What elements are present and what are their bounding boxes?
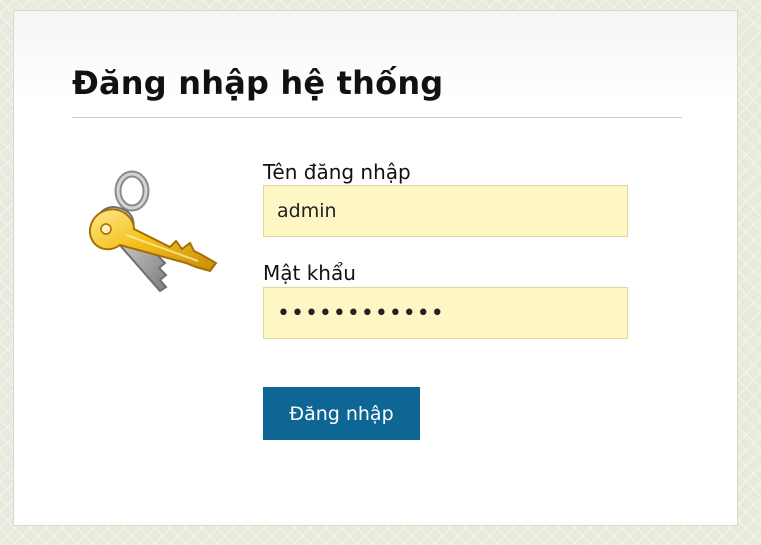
login-panel: Đăng nhập hệ thống Tên đăng nhập admin M… — [13, 10, 738, 526]
keys-icon — [88, 170, 218, 293]
password-label: Mật khẩu — [263, 261, 356, 285]
title-divider — [72, 117, 682, 118]
username-label: Tên đăng nhập — [263, 160, 411, 184]
login-title: Đăng nhập hệ thống — [72, 64, 444, 102]
username-input[interactable] — [263, 185, 628, 237]
login-button[interactable]: Đăng nhập — [263, 387, 420, 440]
password-input[interactable] — [263, 287, 628, 339]
